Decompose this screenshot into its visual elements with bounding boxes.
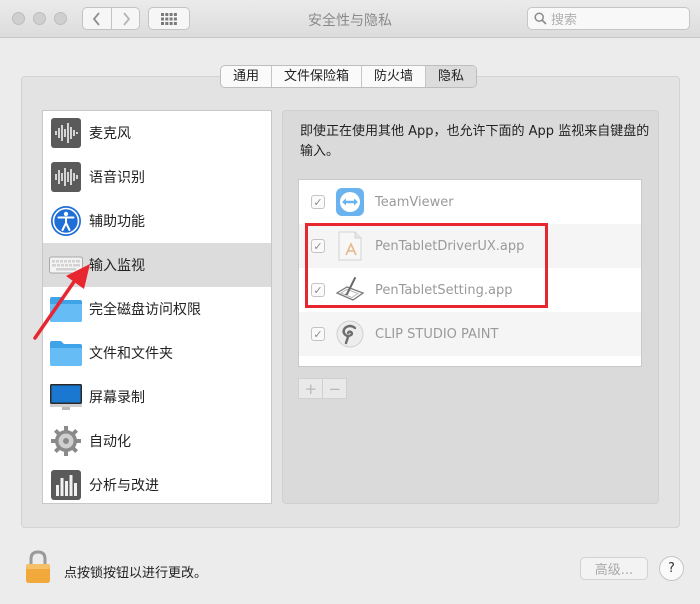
search-placeholder: 搜索 [551,13,578,28]
app-row-teamviewer[interactable]: ✓ TeamViewer [299,180,641,224]
app-name: PenTabletSetting.app [375,282,513,298]
search-icon [534,12,547,25]
sidebar-item-input-monitoring[interactable]: 输入监视 [43,243,271,287]
tab-privacy[interactable]: 隐私 [426,66,477,87]
app-row-pentabletdriverux[interactable]: ✓ PenTabletDriverUX.app [299,224,641,268]
advanced-button[interactable]: 高级... [580,557,648,580]
sidebar-item-label: 麦克风 [89,126,131,142]
sidebar-item-label: 语音识别 [89,170,145,186]
display-icon [49,380,83,414]
search-field[interactable]: 搜索 [527,7,690,30]
clip-studio-icon [335,319,365,349]
sidebar-item-accessibility[interactable]: 辅助功能 [43,199,271,243]
segmented-tabs: 通用 文件保险箱 防火墙 隐私 [220,65,478,88]
sidebar-item-label: 文件和文件夹 [89,346,173,362]
app-row-clip-studio-paint[interactable]: ✓ CLIP STUDIO PAINT [299,312,641,356]
app-name: PenTabletDriverUX.app [375,238,525,254]
preferences-window: 安全性与隐私 搜索 通用 文件保险箱 防火墙 隐私 麦克风 语音识别 辅助功能 … [0,0,700,604]
app-name: TeamViewer [375,194,454,210]
sidebar-item-label: 屏幕录制 [89,390,145,406]
gear-icon [49,424,83,458]
teamviewer-icon [335,187,365,217]
lock-icon [26,550,50,583]
sidebar-item-files-and-folders[interactable]: 文件和文件夹 [43,331,271,375]
app-checkbox[interactable]: ✓ [311,283,325,297]
sidebar-item-label: 辅助功能 [89,214,145,230]
panel-description: 即使正在使用其他 App，也允许下面的 App 监视来自键盘的输入。 [300,124,650,159]
sidebar-item-label: 自动化 [89,434,131,450]
sidebar-item-speech-recognition[interactable]: 语音识别 [43,155,271,199]
app-row-partial[interactable] [299,356,641,366]
folder-icon [49,336,83,370]
app-name: CLIP STUDIO PAINT [375,326,499,342]
folder-icon [49,292,83,326]
sidebar-item-full-disk-access[interactable]: 完全磁盘访问权限 [43,287,271,331]
lock-button[interactable] [24,550,52,584]
lock-hint-text: 点按锁按钮以进行更改。 [64,566,208,581]
app-checkbox[interactable]: ✓ [311,195,325,209]
privacy-category-list: 麦克风 语音识别 辅助功能 输入监视 完全磁盘访问权限 文件和文件夹 屏幕录制 … [42,110,272,504]
sidebar-item-label: 分析与改进 [89,478,159,494]
title-bar: 安全性与隐私 搜索 [0,0,700,38]
sidebar-item-label: 输入监视 [89,258,145,274]
app-checkbox[interactable]: ✓ [311,327,325,341]
sidebar-item-label: 完全磁盘访问权限 [89,302,201,318]
sidebar-item-automation[interactable]: 自动化 [43,419,271,463]
sidebar-item-microphone[interactable]: 麦克风 [43,111,271,155]
app-icon-partial [347,363,377,366]
tab-general[interactable]: 通用 [221,66,273,87]
microphone-waveform-icon [49,116,83,150]
keyboard-icon [49,248,83,282]
sidebar-item-analytics[interactable]: 分析与改进 [43,463,271,503]
app-document-icon [335,231,365,261]
tab-firewall[interactable]: 防火墙 [362,66,427,87]
app-row-pentabletsetting[interactable]: ✓ PenTabletSetting.app [299,268,641,312]
remove-app-button[interactable]: − [322,379,346,398]
add-app-button[interactable]: + [299,379,322,398]
add-remove-buttons: + − [298,378,347,399]
app-list: ✓ TeamViewer ✓ PenTabletDriverUX.app ✓ P… [298,179,642,367]
speech-waveform-icon [49,160,83,194]
app-checkbox[interactable]: ✓ [311,239,325,253]
bar-chart-icon [49,468,83,502]
accessibility-icon [49,204,83,238]
pen-tablet-icon [335,275,365,305]
sidebar-item-screen-recording[interactable]: 屏幕录制 [43,375,271,419]
help-button[interactable]: ? [659,556,684,581]
tab-filevault[interactable]: 文件保险箱 [272,66,363,87]
